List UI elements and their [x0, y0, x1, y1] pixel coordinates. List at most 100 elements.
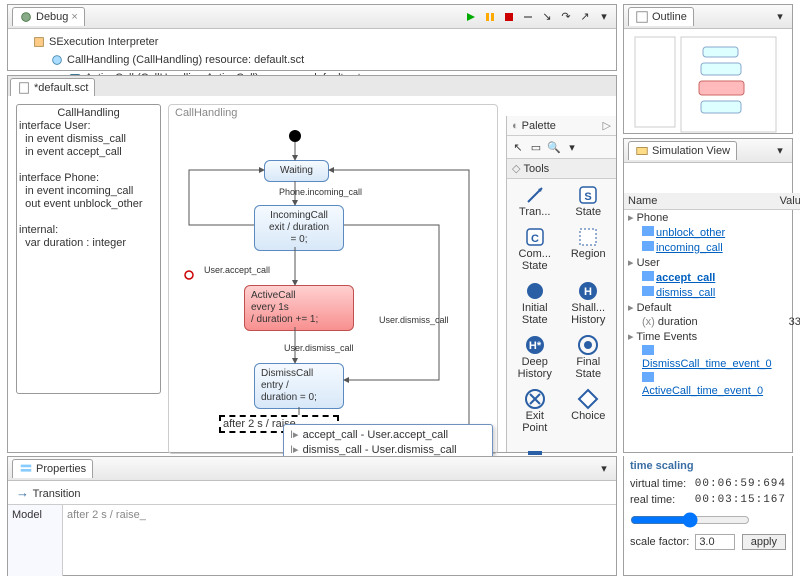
menu-icon[interactable]: ▾ [772, 143, 788, 159]
palette-item[interactable]: SState [563, 181, 615, 221]
props-header: Properties ▾ [8, 457, 616, 481]
col-name[interactable]: Name [624, 193, 776, 210]
region[interactable]: CallHandling Waiting Phone.incoming_call… [168, 104, 498, 454]
palette-item[interactable]: Final State [563, 331, 615, 383]
palette-item[interactable]: CCom... State [509, 223, 561, 275]
transition-label: User.accept_call [204, 265, 270, 275]
completion-item[interactable]: I▸accept_call - User.accept_call [286, 427, 490, 442]
sim-row[interactable]: ActiveCall_time_event_0 [624, 371, 800, 398]
col-value[interactable]: Value [776, 193, 800, 210]
palette-grid: Tran...SStateCCom... StateRegionInitial … [507, 179, 616, 481]
sim-row[interactable]: unblock_other [624, 225, 800, 240]
transition-label: Phone.incoming_call [279, 187, 362, 197]
state-active[interactable]: ActiveCall every 1s / duration += 1; [244, 285, 354, 331]
tree-item[interactable]: SExecution Interpreter [14, 33, 610, 51]
sf-label: scale factor: [630, 536, 689, 548]
menu-icon[interactable]: ▾ [772, 9, 788, 25]
rt-label: real time: [630, 494, 675, 506]
region-title: CallHandling [175, 107, 237, 119]
props-icon [19, 462, 33, 476]
decl-body: interface User: in event dismiss_call in… [19, 120, 158, 250]
outline-pane: Outline ▾ [623, 4, 793, 134]
stop-icon[interactable] [501, 9, 517, 25]
sim-row[interactable]: dismiss_call [624, 285, 800, 300]
collapse-icon[interactable]: ▷ [603, 119, 611, 132]
declaration-box[interactable]: CallHandling interface User: in event di… [16, 104, 161, 394]
step-return-icon[interactable]: ↗ [577, 9, 593, 25]
state-waiting[interactable]: Waiting [264, 160, 329, 182]
thumbnail [633, 35, 783, 135]
sim-row[interactable]: ▸ User [624, 255, 800, 270]
vt-label: virtual time: [630, 478, 686, 490]
state-incoming[interactable]: IncomingCall exit / duration = 0; [254, 205, 344, 251]
state-dismiss[interactable]: DismissCall entry / duration = 0; [254, 363, 344, 409]
outline-thumb[interactable] [624, 29, 792, 141]
svg-text:S: S [585, 191, 592, 203]
palette-item[interactable]: Tran... [509, 181, 561, 221]
initial-state[interactable] [289, 130, 301, 142]
palette-item[interactable]: Choice [563, 385, 615, 437]
sim-row[interactable]: (x) duration335 [624, 315, 800, 329]
decl-title: CallHandling [19, 107, 158, 120]
outline-header: Outline ▾ [624, 5, 792, 29]
real-time: 00:03:15:167 [695, 494, 786, 506]
sim-row[interactable]: incoming_call [624, 240, 800, 255]
disconnect-icon[interactable] [520, 9, 536, 25]
menu-icon[interactable]: ▾ [596, 461, 612, 477]
props-sidetab[interactable]: Model [8, 505, 63, 576]
file-tab[interactable]: *default.sct [10, 78, 95, 97]
debug-pane: Debug × ↘ ↷ ↗ ▾ SExecution Interpreter C… [7, 4, 617, 71]
props-section: → Transition [8, 481, 616, 504]
sim-row[interactable]: ▸ Time Events [624, 329, 800, 344]
palette-group[interactable]: ◇Tools [507, 159, 616, 179]
debug-toolbar: ↘ ↷ ↗ ▾ [463, 9, 612, 25]
close-icon[interactable]: × [71, 11, 77, 23]
palette-item[interactable]: H*Deep History [509, 331, 561, 383]
palette-item[interactable]: HShall... History [563, 277, 615, 329]
resume-icon[interactable] [463, 9, 479, 25]
file-icon [17, 81, 31, 95]
debug-tab[interactable]: Debug × [12, 7, 85, 26]
palette-tools: ↖ ▭ 🔍 ▾ [507, 136, 616, 159]
scale-slider[interactable] [630, 512, 750, 528]
palette-header: ◐Palette▷ [507, 116, 616, 136]
svg-text:C: C [531, 233, 539, 245]
sim-header: Simulation View ▾ [624, 139, 792, 163]
time-scaling-pane: time scaling virtual time: 00:06:59:694 r… [623, 456, 793, 576]
diagram-canvas[interactable]: CallHandling interface User: in event di… [8, 96, 616, 452]
note-tool[interactable]: ▾ [564, 139, 580, 155]
tree-item[interactable]: CallHandling (CallHandling) resource: de… [14, 51, 610, 69]
zoom-tool[interactable]: 🔍 [546, 139, 562, 155]
props-value[interactable]: after 2 s / raise_ [63, 505, 616, 576]
timescaling-title: time scaling [624, 456, 792, 476]
select-tool[interactable]: ↖ [510, 139, 526, 155]
completion-item[interactable]: I▸dismiss_call - User.dismiss_call [286, 442, 490, 457]
props-tab[interactable]: Properties [12, 459, 93, 478]
simulation-pane: Simulation View ▾ NameValue ▸ Phoneunblo… [623, 138, 793, 453]
sim-row[interactable]: accept_call [624, 270, 800, 285]
sim-tab[interactable]: Simulation View [628, 141, 737, 160]
marquee-tool[interactable]: ▭ [528, 139, 544, 155]
sim-table: NameValue ▸ Phoneunblock_otherincoming_c… [624, 193, 800, 398]
outline-tab[interactable]: Outline [628, 7, 694, 26]
pause-icon[interactable] [482, 9, 498, 25]
sim-row[interactable]: DismissCall_time_event_0 [624, 344, 800, 371]
palette-item[interactable]: Initial State [509, 277, 561, 329]
flow-icon [50, 53, 64, 67]
palette-item[interactable]: Region [563, 223, 615, 275]
palette-item[interactable]: Exit Point [509, 385, 561, 437]
bug-icon [19, 10, 33, 24]
menu-icon[interactable]: ▾ [596, 9, 612, 25]
editor-tabs: *default.sct [8, 76, 616, 98]
sim-row[interactable]: ▸ Phone [624, 210, 800, 226]
sim-icon [635, 144, 649, 158]
apply-button[interactable]: apply [742, 534, 786, 550]
palette: ◐Palette▷ ↖ ▭ 🔍 ▾ ◇Tools Tran...SStateCC… [506, 116, 616, 452]
step-over-icon[interactable]: ↷ [558, 9, 574, 25]
properties-pane: Properties ▾ → Transition Model after 2 … [7, 456, 617, 576]
sim-row[interactable]: ▸ Default [624, 300, 800, 315]
debug-title: Debug [36, 11, 68, 23]
scale-input[interactable] [695, 534, 735, 550]
virtual-time: 00:06:59:694 [695, 478, 786, 490]
step-into-icon[interactable]: ↘ [539, 9, 555, 25]
